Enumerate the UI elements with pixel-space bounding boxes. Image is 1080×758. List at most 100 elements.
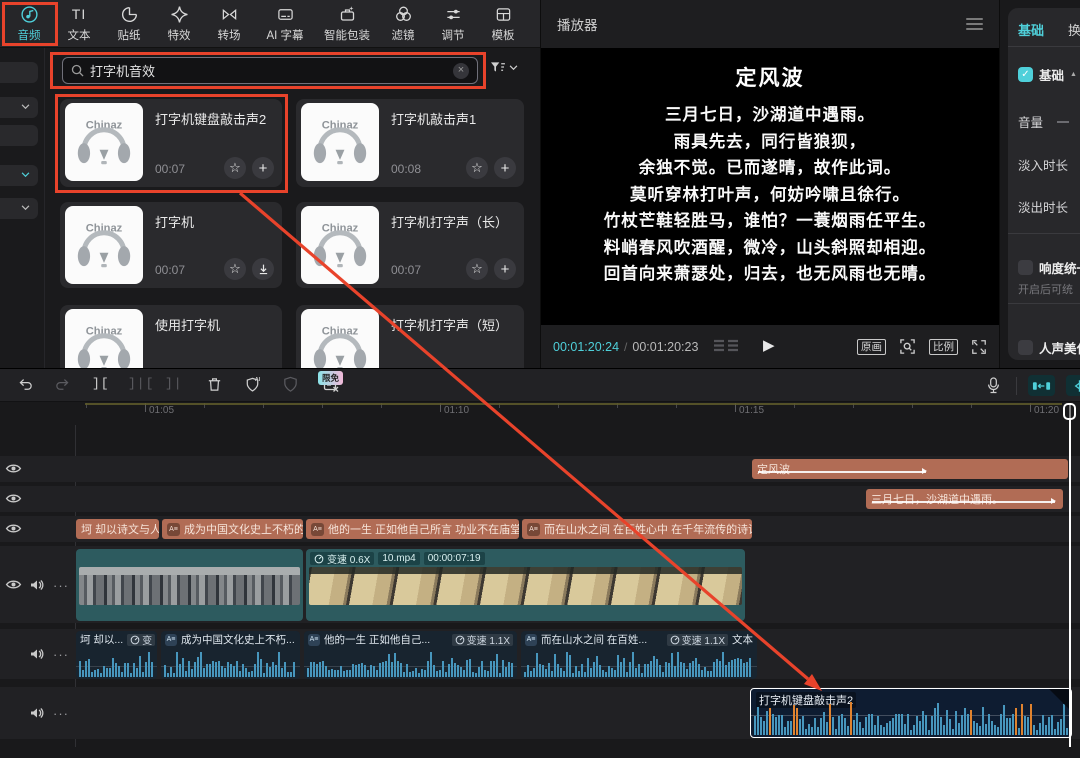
basic-checkbox[interactable]: ✓: [1018, 67, 1033, 82]
tool-label: 滤镜: [392, 27, 415, 43]
tts-audio-clip[interactable]: 坷 却以...变: [76, 631, 157, 679]
track-more-icon[interactable]: ···: [53, 647, 69, 662]
playhead-handle[interactable]: [1063, 403, 1076, 420]
collapse-icon[interactable]: ▲: [1070, 71, 1077, 78]
caption-clip[interactable]: A≡而在山水之间 在百姓心中 在千年流传的诗词: [522, 519, 752, 539]
clear-search-icon[interactable]: ×: [453, 63, 469, 79]
sound-effect-clip-selected[interactable]: 打字机键盘敲击声2: [750, 688, 1072, 738]
caption-clip[interactable]: A≡成为中国文化史上不朽的: [162, 519, 303, 539]
snap-toggle-button[interactable]: [1028, 375, 1055, 396]
add-to-timeline-button[interactable]: +: [252, 157, 274, 179]
clip-label: 他的一生 正如他自己所言 功业不在庙堂之: [328, 521, 519, 537]
tool-label: 调节: [442, 27, 465, 43]
download-button[interactable]: [252, 258, 274, 280]
delete-button[interactable]: [206, 376, 223, 393]
tool-text[interactable]: TI文本: [54, 1, 104, 47]
tool-effects[interactable]: 特效: [154, 1, 204, 47]
caption-clip[interactable]: 坷 却以诗文与人: [76, 519, 159, 539]
poem-title: 定风波: [541, 62, 999, 92]
audio-card-title: 打字机打字声（长）: [391, 212, 519, 231]
shield-button[interactable]: [282, 376, 299, 393]
player-menu-icon[interactable]: [966, 18, 983, 30]
video-clip[interactable]: 变速 0.6X10.mp400:00:07:19: [306, 549, 745, 621]
original-quality-button[interactable]: 原画: [857, 339, 886, 355]
search-field[interactable]: [90, 63, 447, 78]
split-button[interactable]: ][: [92, 376, 110, 391]
render-quality-icon[interactable]: [713, 339, 739, 353]
favorite-star-button[interactable]: ☆: [466, 157, 488, 179]
tool-transition[interactable]: 转场: [204, 1, 254, 47]
favorite-star-button[interactable]: ☆: [466, 258, 488, 280]
track-visibility-icon[interactable]: [5, 578, 22, 591]
title-text-clip[interactable]: 定风波: [752, 459, 1068, 479]
audio-thumbnail: Chinaz: [65, 206, 143, 284]
fade-in-label: 淡入时长: [1018, 155, 1068, 174]
tool-label: 智能包装: [324, 27, 370, 43]
ratio-button[interactable]: 比例: [929, 339, 958, 355]
tool-adjust[interactable]: 调节: [428, 1, 478, 47]
speed-chip: 变速 1.1X: [667, 634, 728, 646]
voice-beautify-checkbox[interactable]: [1018, 340, 1033, 355]
track-visibility-icon[interactable]: [5, 462, 22, 475]
track-mute-icon[interactable]: [29, 578, 44, 592]
tab-voice-change[interactable]: 换: [1068, 20, 1080, 39]
library-category-button[interactable]: [0, 97, 38, 118]
tool-audio[interactable]: 音频: [4, 1, 54, 47]
tool-sticker[interactable]: 贴纸: [104, 1, 154, 47]
tool-smart-package[interactable]: 智能包装: [316, 1, 378, 47]
microphone-button[interactable]: [986, 376, 1001, 395]
subtitle-text-clip[interactable]: 三月七日，沙湖道中遇雨。: [866, 489, 1063, 509]
library-category-button[interactable]: [0, 198, 38, 219]
tool-template[interactable]: 模板: [478, 1, 528, 47]
fullscreen-icon[interactable]: [971, 339, 987, 355]
tab-basic[interactable]: 基础: [1018, 20, 1044, 39]
audio-card[interactable]: Chinaz打字机打字声（长）00:07☆+: [296, 202, 524, 288]
split-delete-right-button[interactable]: ]|: [165, 376, 183, 391]
track-mute-icon[interactable]: [29, 647, 44, 661]
caption-clip[interactable]: A≡ 他的一生 正如他自己所言 功业不在庙堂之: [306, 519, 519, 539]
video-clip[interactable]: [76, 549, 303, 621]
library-category-button[interactable]: [0, 165, 38, 186]
audio-clip-header: A≡他的一生 正如他自己...变速 1.1X: [304, 631, 517, 646]
add-to-timeline-button[interactable]: +: [494, 258, 516, 280]
search-input[interactable]: ×: [62, 57, 478, 84]
play-button[interactable]: ▶: [763, 336, 775, 354]
track-mute-icon[interactable]: [29, 706, 44, 720]
duration-label: 00:07: [391, 263, 421, 277]
text-clip-icon: A≡: [167, 523, 180, 536]
tool-filter[interactable]: 滤镜: [378, 1, 428, 47]
library-category-button[interactable]: [0, 125, 38, 146]
tts-audio-clip[interactable]: A≡成为中国文化史上不朽...: [161, 631, 300, 679]
audio-card[interactable]: Chinaz打字机打字声（短）: [296, 305, 524, 368]
loudness-checkbox[interactable]: [1018, 260, 1033, 275]
audio-card[interactable]: Chinaz打字机敲击声100:08☆+: [296, 99, 524, 187]
link-toggle-button[interactable]: [1066, 375, 1080, 396]
track-visibility-icon[interactable]: [5, 522, 22, 535]
redo-button[interactable]: [54, 376, 71, 393]
tts-audio-clip[interactable]: A≡他的一生 正如他自己...变速 1.1X: [304, 631, 517, 679]
split-delete-left-button[interactable]: ]|[: [128, 376, 154, 391]
track-visibility-icon[interactable]: [5, 492, 22, 505]
ai-shield-button[interactable]: AI: [244, 376, 261, 393]
playhead[interactable]: [1069, 403, 1071, 747]
tts-audio-clip[interactable]: A≡而在山水之间 在百姓...变速 1.1X文本: [521, 631, 757, 679]
timeline-ruler[interactable]: 01:0501:1001:1501:20: [0, 402, 1080, 424]
track-more-icon[interactable]: ···: [53, 706, 69, 721]
text-clip-icon: A≡: [311, 523, 324, 536]
audio-card[interactable]: Chinaz打字机键盘敲击声200:07☆+: [60, 99, 282, 187]
poem-line: 回首向来萧瑟处，归去，也无风雨也无晴。: [541, 261, 999, 288]
filter-icon: [490, 61, 505, 74]
favorite-star-button[interactable]: ☆: [224, 258, 246, 280]
preview-zoom-icon[interactable]: [899, 338, 916, 355]
filter-button[interactable]: [490, 61, 518, 74]
audio-card[interactable]: Chinaz打字机00:07☆: [60, 202, 282, 288]
tool-ai-captions[interactable]: AI 字幕: [254, 1, 316, 47]
library-category-button[interactable]: [0, 62, 38, 83]
undo-button[interactable]: [17, 376, 34, 393]
volume-slider[interactable]: [1057, 121, 1069, 123]
video-clip-header: [76, 549, 303, 566]
add-to-timeline-button[interactable]: +: [494, 157, 516, 179]
track-more-icon[interactable]: ···: [53, 578, 69, 593]
audio-card[interactable]: Chinaz使用打字机: [60, 305, 282, 368]
favorite-star-button[interactable]: ☆: [224, 157, 246, 179]
